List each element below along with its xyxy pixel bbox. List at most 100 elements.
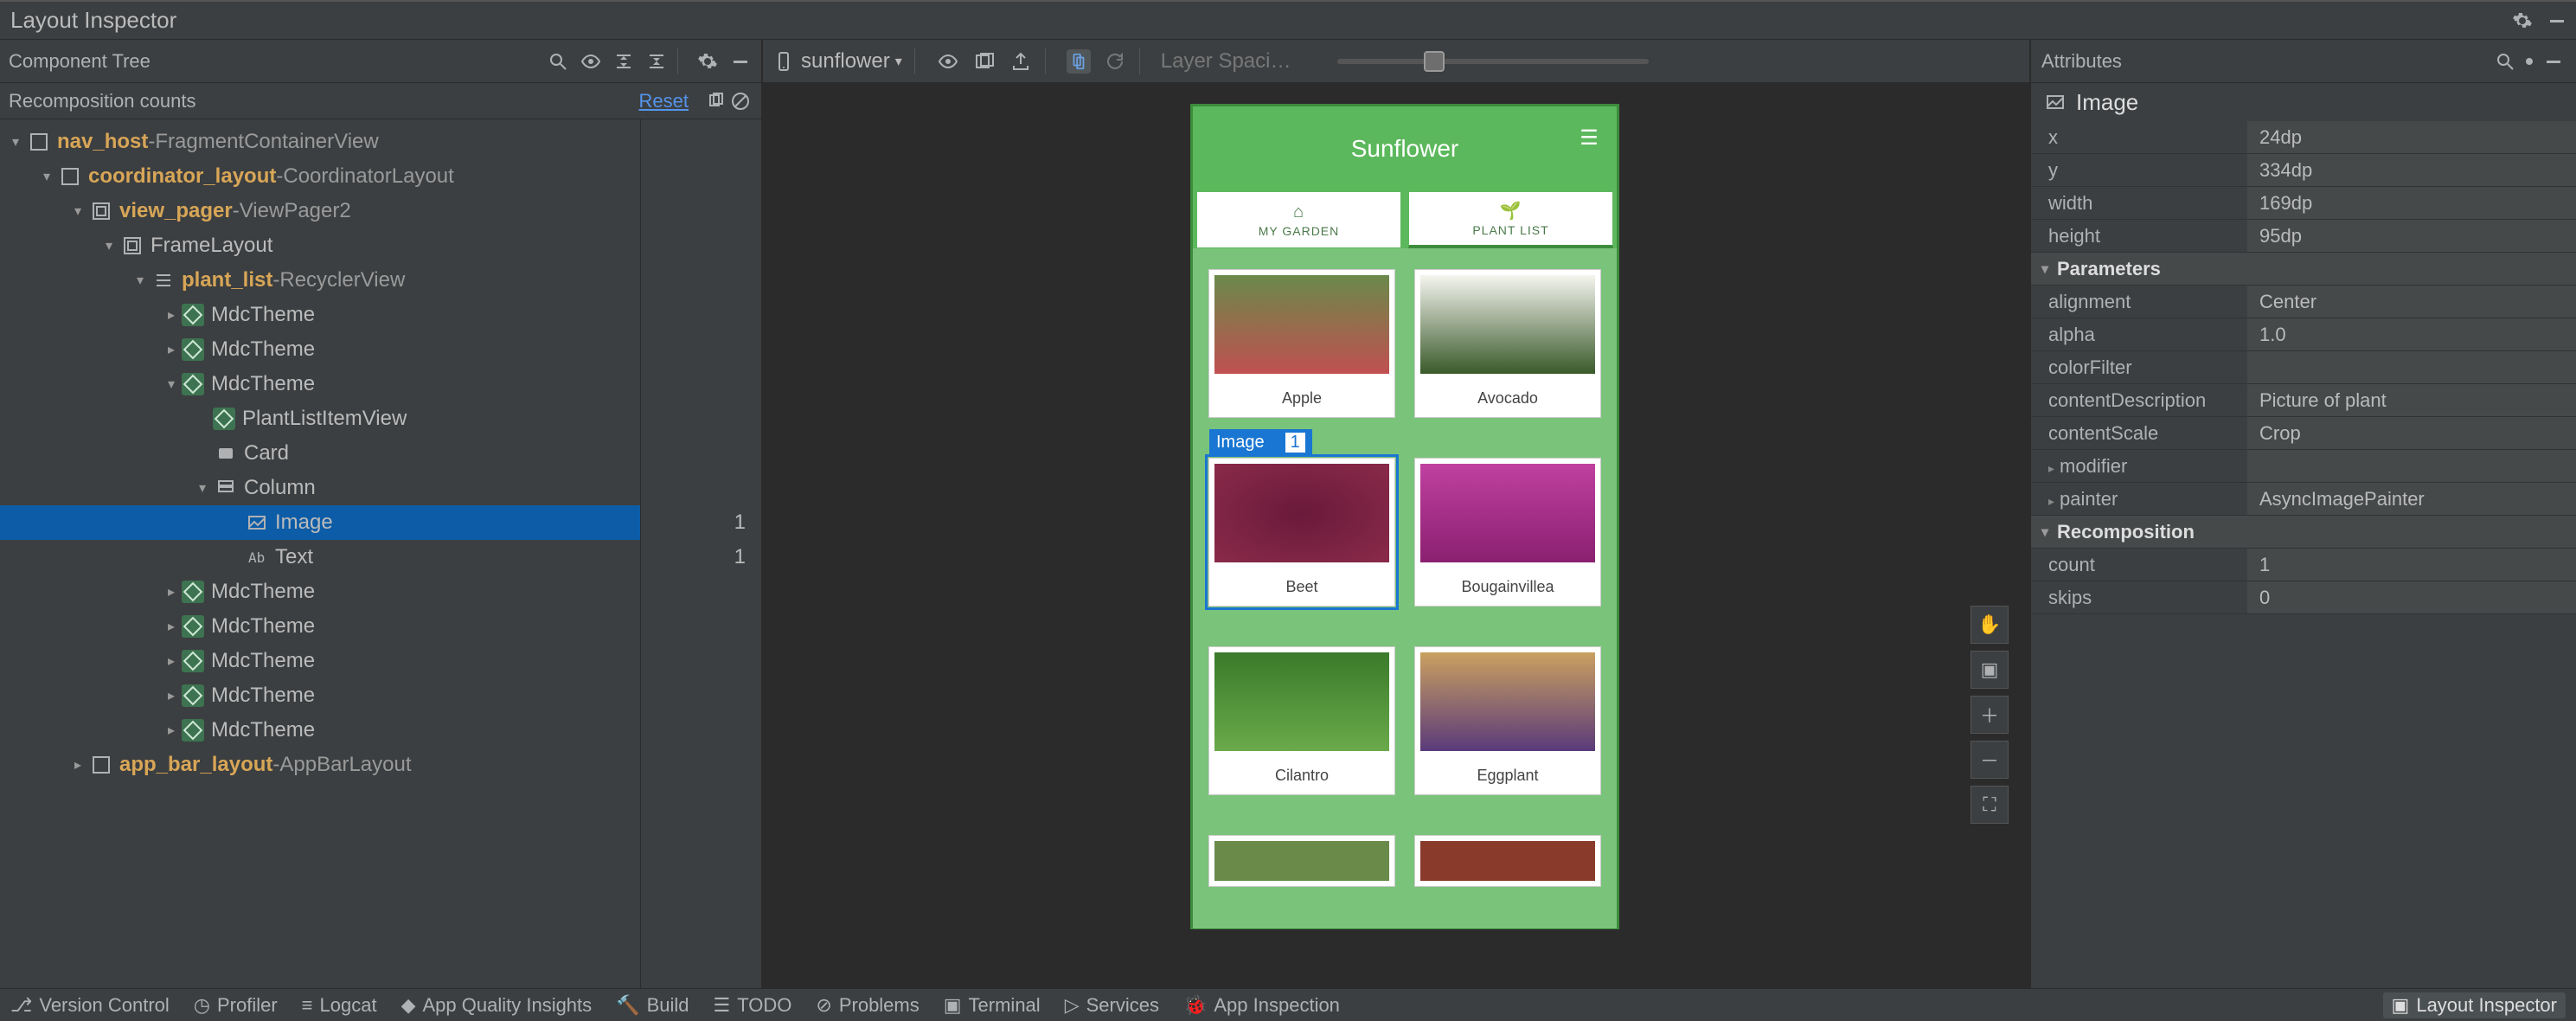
tree-node[interactable]: MdcTheme [0,367,640,401]
plant-card[interactable]: Avocado [1414,269,1601,418]
recomposition-count [641,332,761,367]
collapse-icon[interactable] [612,49,636,74]
zoom-out-button[interactable]: － [1970,741,2009,779]
attribute-row[interactable]: alignmentCenter [2031,286,2576,318]
text-icon: Ab [244,544,270,570]
tree-node[interactable]: coordinator_layout - CoordinatorLayout [0,159,640,194]
compose-icon [182,338,204,361]
compose-icon [182,304,204,326]
zoom-fit-button[interactable]: ⛶ [1970,786,2009,824]
tree-node[interactable]: MdcTheme [0,332,640,367]
refresh-icon[interactable] [1103,49,1127,74]
bottom-tab[interactable]: ▷Services [1065,994,1159,1017]
attribute-row[interactable]: contentScaleCrop [2031,417,2576,450]
layout-canvas[interactable]: Sunflower ☰ ⌂MY GARDEN 🌱PLANT LIST Apple… [763,83,2029,988]
tree-node[interactable]: MdcTheme [0,713,640,748]
minimize-icon[interactable] [728,49,753,74]
gear-icon[interactable] [2517,49,2541,74]
mode-3d-button[interactable]: ▣ [1970,651,2009,689]
plant-card[interactable] [1414,835,1601,887]
recomposition-count [641,263,761,298]
bottom-tab[interactable]: ⊘Problems [816,994,919,1017]
tree-node[interactable]: FrameLayout [0,228,640,263]
bottom-tab[interactable]: ⎇Version Control [10,994,170,1017]
attribute-row[interactable]: colorFilter [2031,351,2576,384]
reset-link[interactable]: Reset [639,90,689,112]
search-icon[interactable] [2493,49,2517,74]
eye-icon[interactable] [579,49,603,74]
plant-card[interactable]: Apple [1208,269,1395,418]
list-icon [151,267,176,293]
zoom-in-button[interactable]: ＋ [1970,696,2009,734]
tab-my-garden[interactable]: ⌂MY GARDEN [1196,191,1401,248]
tree-node[interactable]: Image [0,505,640,540]
viewgroup-icon [88,198,114,224]
bottom-tab-active[interactable]: ▣Layout Inspector [2383,992,2566,1018]
attribute-row[interactable]: painterAsyncImagePainter [2031,483,2576,516]
tree-node[interactable]: Card [0,436,640,471]
attribute-row[interactable]: contentDescriptionPicture of plant [2031,384,2576,417]
bottom-tab[interactable]: 🔨Build [616,994,689,1017]
search-icon[interactable] [546,49,570,74]
tree-node[interactable]: plant_list - RecyclerView [0,263,640,298]
tree-node[interactable]: MdcTheme [0,609,640,644]
bottom-tab[interactable]: ≡Logcat [302,994,377,1017]
tree-node[interactable]: MdcTheme [0,678,640,713]
attributes-selected-node: Image [2031,83,2576,121]
minimize-icon[interactable] [2541,49,2566,74]
component-tree[interactable]: nav_host - FragmentContainerViewcoordina… [0,119,640,988]
gear-icon[interactable] [695,49,720,74]
bottom-tab[interactable]: ☰TODO [714,994,792,1017]
tree-node[interactable]: MdcTheme [0,298,640,332]
bottom-tab[interactable]: ◷Profiler [194,994,278,1017]
device-preview: Sunflower ☰ ⌂MY GARDEN 🌱PLANT LIST Apple… [1190,104,1619,929]
plant-card[interactable]: Eggplant [1414,646,1601,795]
copy-icon[interactable] [704,89,728,113]
attributes-label: Attributes [2041,50,2122,73]
attribute-row[interactable]: alpha1.0 [2031,318,2576,351]
plant-card[interactable] [1208,835,1395,887]
compose-icon [213,408,235,430]
attribute-row[interactable]: x24dp [2031,121,2576,154]
tree-node[interactable]: MdcTheme [0,644,640,678]
snapshot-icon[interactable] [972,49,996,74]
tree-node[interactable]: app_bar_layout - AppBarLayout [0,748,640,782]
eye-icon[interactable] [936,49,960,74]
attribute-row[interactable]: skips0 [2031,581,2576,614]
filter-icon[interactable]: ☰ [1573,122,1605,153]
plant-card[interactable]: Bougainvillea [1414,458,1601,607]
attribute-row[interactable]: width169dp [2031,187,2576,220]
tree-node[interactable]: nav_host - FragmentContainerView [0,125,640,159]
bottom-tab[interactable]: ▣Terminal [944,994,1041,1017]
column-icon [213,475,239,501]
plant-card-selected[interactable]: Image1 Beet [1208,458,1395,607]
recomposition-count [641,367,761,401]
attribute-row[interactable]: height95dp [2031,220,2576,253]
disable-icon[interactable] [728,89,753,113]
export-icon[interactable] [1009,49,1033,74]
selection-badge: Image1 [1209,429,1312,455]
tab-plant-list[interactable]: 🌱PLANT LIST [1408,191,1613,248]
tree-node[interactable]: view_pager - ViewPager2 [0,194,640,228]
tree-node[interactable]: Column [0,471,640,505]
tree-node[interactable]: AbText [0,540,640,575]
layer-spacing-slider[interactable] [1337,59,1649,64]
attributes-section-recomposition[interactable]: Recomposition [2031,516,2576,549]
tree-node[interactable]: MdcTheme [0,575,640,609]
pan-button[interactable]: ✋ [1970,606,2009,644]
plant-card[interactable]: Cilantro [1208,646,1395,795]
tree-node[interactable]: PlantListItemView [0,401,640,436]
card-icon [213,440,239,466]
live-updates-toggle[interactable] [1067,49,1091,74]
device-selector[interactable]: sunflower ▾ [772,49,902,74]
recomposition-count [641,194,761,228]
attribute-row[interactable]: count1 [2031,549,2576,581]
minimize-icon[interactable] [2545,9,2569,33]
attributes-section-parameters[interactable]: Parameters [2031,253,2576,286]
gear-icon[interactable] [2510,9,2534,33]
attribute-row[interactable]: modifier [2031,450,2576,483]
expand-icon[interactable] [644,49,669,74]
bottom-tab[interactable]: ◆App Quality Insights [401,994,593,1017]
bottom-tab[interactable]: 🐞App Inspection [1183,994,1340,1017]
attribute-row[interactable]: y334dp [2031,154,2576,187]
